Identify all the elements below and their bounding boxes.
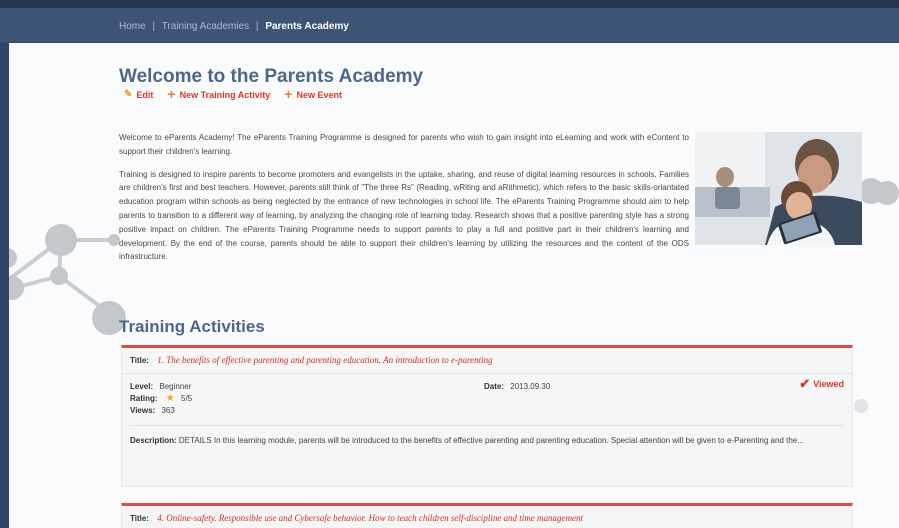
breadcrumb-separator: |: [255, 21, 259, 32]
activity-description: Description: DETAILS In this learning mo…: [130, 425, 844, 456]
level-value: Beginner: [159, 382, 192, 391]
rating-label: Rating:: [130, 394, 158, 403]
viewed-label: Viewed: [813, 379, 844, 389]
title-label: Title:: [130, 514, 149, 523]
activity-title-link[interactable]: 1. The benefits of effective parenting a…: [157, 355, 492, 365]
page-actions: ✎ Edit + New Training Activity + New Eve…: [119, 86, 854, 102]
intro-paragraph: Welcome to eParents Academy! The eParent…: [119, 133, 689, 156]
date-value: 2013.09.30: [510, 382, 551, 391]
date-label: Date:: [484, 382, 505, 391]
breadcrumb-current: Parents Academy: [265, 21, 349, 32]
page-content: Welcome to the Parents Academy ✎ Edit + …: [9, 43, 899, 528]
new-event-label: New Event: [296, 89, 342, 100]
section-title-training-activities: Training Activities: [119, 317, 265, 336]
plus-icon: +: [167, 86, 176, 102]
viewed-badge: ✔ Viewed: [799, 376, 844, 391]
new-training-activity-label: New Training Activity: [179, 89, 271, 100]
family-photo-illustration: [695, 132, 862, 245]
description-value: DETAILS In this learning module, parents…: [178, 436, 804, 445]
activity-title-row: Title: 1. The benefits of effective pare…: [122, 348, 852, 374]
edit-button[interactable]: ✎ Edit: [124, 89, 153, 100]
activity-card: Title: 1. The benefits of effective pare…: [121, 345, 853, 487]
level-label: Level:: [130, 382, 154, 391]
page-title: Welcome to the Parents Academy: [119, 66, 424, 87]
new-event-button[interactable]: + New Event: [284, 86, 342, 102]
academy-photo: [695, 132, 862, 245]
intro-paragraph: Training is designed to inspire parents …: [119, 169, 689, 262]
plus-icon: +: [284, 86, 293, 102]
intro-text: Welcome to eParents Academy! The eParent…: [119, 131, 689, 273]
breadcrumb: Home | Training Academies | Parents Acad…: [0, 8, 899, 43]
activity-title-link[interactable]: 4. Online-safety. Responsible use and Cy…: [157, 513, 583, 523]
views-label: Views:: [130, 406, 156, 415]
title-label: Title:: [130, 356, 149, 365]
edit-label: Edit: [136, 89, 154, 100]
rating-value: 5/5: [181, 394, 193, 403]
checkmark-icon: ✔: [799, 376, 811, 391]
new-training-activity-button[interactable]: + New Training Activity: [167, 86, 271, 102]
pencil-icon: ✎: [124, 89, 133, 100]
activity-title-row: Title: 4. Online-safety. Responsible use…: [122, 506, 852, 528]
activity-card: Title: 4. Online-safety. Responsible use…: [121, 503, 853, 528]
views-value: 363: [161, 406, 175, 415]
description-label: Description:: [130, 436, 177, 445]
breadcrumb-separator: |: [152, 21, 156, 32]
activity-date: Date: 2013.09.30: [484, 381, 550, 393]
main-content: Welcome to the Parents Academy ✎ Edit + …: [119, 66, 862, 528]
top-strip: [0, 0, 899, 8]
star-icon: ★: [165, 393, 175, 404]
breadcrumb-home[interactable]: Home: [119, 21, 146, 32]
activity-meta: Level: Beginner Rating: ★ 5/5 Views: 363…: [122, 374, 852, 417]
breadcrumb-training-academies[interactable]: Training Academies: [162, 21, 249, 32]
